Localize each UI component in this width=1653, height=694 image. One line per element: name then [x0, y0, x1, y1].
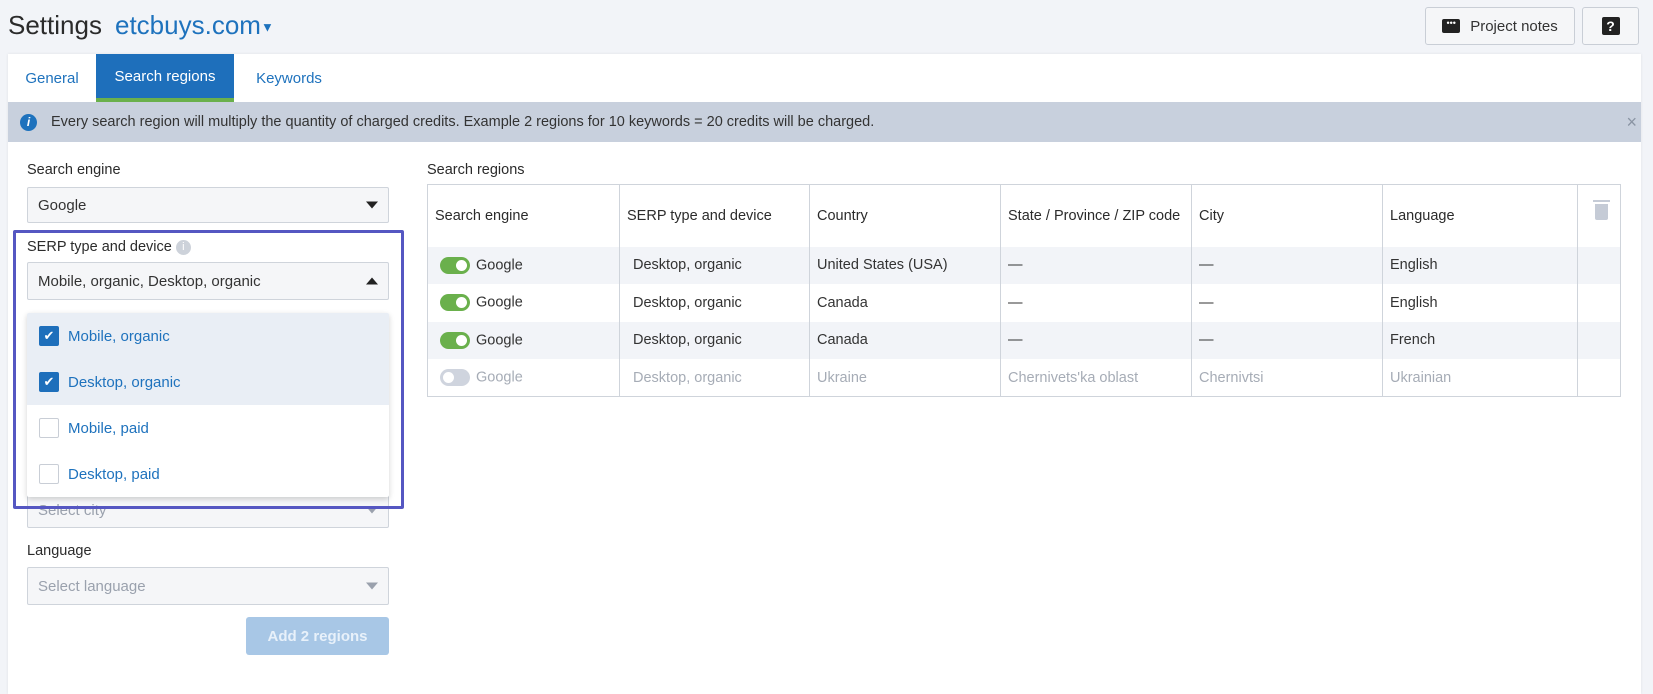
cell-actions — [1577, 284, 1621, 322]
cell-actions — [1577, 359, 1621, 397]
cell-country: Canada — [809, 284, 1001, 322]
cell-engine: Google — [427, 359, 620, 397]
col-delete — [1577, 184, 1621, 247]
cell-serp: Desktop, organic — [619, 321, 810, 359]
tab-general[interactable]: General — [8, 54, 96, 102]
cell-language: English — [1382, 284, 1578, 322]
col-search-engine: Search engine — [427, 184, 620, 247]
info-banner: i Every search region will multiply the q… — [8, 102, 1641, 142]
cell-language: English — [1382, 246, 1578, 284]
cell-serp: Desktop, organic — [619, 284, 810, 322]
city-value: Chernivtsi — [1199, 369, 1264, 386]
table-row: Google Desktop, organic United States (USA… — [427, 246, 1621, 284]
project-notes-label: Project notes — [1470, 17, 1558, 35]
enable-toggle[interactable] — [440, 256, 470, 274]
enable-toggle[interactable] — [440, 294, 470, 312]
serp-value: Desktop, organic — [633, 369, 742, 386]
city-value: — — [1199, 332, 1214, 349]
caret-down-icon: ▼ — [260, 19, 274, 35]
chevron-down-icon — [366, 582, 378, 590]
country-value: United States (USA) — [817, 257, 948, 274]
trash-icon[interactable] — [1593, 199, 1610, 220]
cell-country: Ukraine — [809, 359, 1001, 397]
serp-value: Desktop, organic — [633, 332, 742, 349]
close-banner-icon[interactable]: × — [1626, 112, 1637, 133]
cell-city: — — [1191, 284, 1383, 322]
cell-serp: Desktop, organic — [619, 246, 810, 284]
language-value: English — [1390, 257, 1438, 274]
country-value: Ukraine — [817, 369, 867, 386]
language-label: Language — [27, 543, 92, 559]
enable-toggle[interactable] — [440, 369, 470, 386]
city-value: — — [1199, 294, 1214, 311]
cell-state: — — [1000, 284, 1192, 322]
state-value: — — [1008, 257, 1023, 274]
info-text: Every search region will multiply the qu… — [51, 114, 875, 130]
table-row: Google Desktop, organic Canada — — English — [427, 284, 1621, 322]
tab-search-regions[interactable]: Search regions — [96, 54, 234, 102]
col-serp: SERP type and device — [619, 184, 810, 247]
info-icon: i — [20, 113, 37, 131]
project-name: etcbuys.com — [115, 10, 261, 40]
language-value: Ukrainian — [1390, 369, 1452, 386]
state-value: — — [1008, 332, 1023, 349]
tab-keywords[interactable]: Keywords — [234, 54, 344, 102]
col-state: State / Province / ZIP code — [1000, 184, 1192, 247]
col-city: City — [1191, 184, 1383, 247]
language-placeholder: Select language — [38, 577, 146, 595]
highlight-box — [13, 230, 404, 509]
country-value: Canada — [817, 294, 868, 311]
cell-engine: Google — [427, 284, 620, 322]
language-value: French — [1390, 332, 1436, 349]
cell-engine: Google — [427, 321, 620, 359]
cell-city: Chernivtsi — [1191, 359, 1383, 397]
cell-city: — — [1191, 321, 1383, 359]
page-title: Settings — [8, 10, 102, 40]
regions-title: Search regions — [427, 162, 525, 178]
cell-state: — — [1000, 246, 1192, 284]
cell-country: United States (USA) — [809, 246, 1001, 284]
cell-actions — [1577, 321, 1621, 359]
table-row: Google Desktop, organic Ukraine Chernivets'… — [427, 359, 1621, 397]
cell-engine: Google — [427, 246, 620, 284]
language-value: English — [1390, 294, 1438, 311]
table-row: Google Desktop, organic Canada — — French — [427, 321, 1621, 359]
state-value: — — [1008, 294, 1023, 311]
country-value: Canada — [817, 332, 868, 349]
col-country: Country — [809, 184, 1001, 247]
cell-language: Ukrainian — [1382, 359, 1578, 397]
cell-state: — — [1000, 321, 1192, 359]
cell-country: Canada — [809, 321, 1001, 359]
state-value: Chernivets'ka oblast — [1008, 369, 1139, 386]
engine-value: Google — [476, 257, 523, 274]
search-engine-select[interactable]: Google — [27, 187, 389, 223]
serp-value: Desktop, organic — [633, 294, 742, 311]
cell-city: — — [1191, 246, 1383, 284]
table-header: Search engine SERP type and device Count… — [427, 184, 1621, 247]
search-engine-label: Search engine — [27, 162, 121, 178]
comment-icon: ••• — [1442, 19, 1461, 33]
engine-value: Google — [476, 369, 523, 386]
language-select[interactable]: Select language — [27, 567, 389, 605]
help-icon: ? — [1601, 17, 1620, 35]
cell-serp: Desktop, organic — [619, 359, 810, 397]
serp-value: Desktop, organic — [633, 257, 742, 274]
project-selector[interactable]: etcbuys.com▼ — [115, 10, 274, 41]
city-value: — — [1199, 257, 1214, 274]
chevron-down-icon — [366, 201, 378, 209]
engine-value: Google — [476, 294, 523, 311]
regions-table: Search engine SERP type and device Count… — [427, 184, 1621, 397]
col-language: Language — [1382, 184, 1578, 247]
add-regions-button[interactable]: Add 2 regions — [246, 617, 389, 655]
cell-actions — [1577, 246, 1621, 284]
search-engine-value: Google — [38, 196, 87, 214]
enable-toggle[interactable] — [440, 331, 470, 349]
cell-language: French — [1382, 321, 1578, 359]
cell-state: Chernivets'ka oblast — [1000, 359, 1192, 397]
help-button[interactable]: ? — [1582, 7, 1639, 45]
engine-value: Google — [476, 332, 523, 349]
project-notes-button[interactable]: ••• Project notes — [1425, 7, 1575, 45]
